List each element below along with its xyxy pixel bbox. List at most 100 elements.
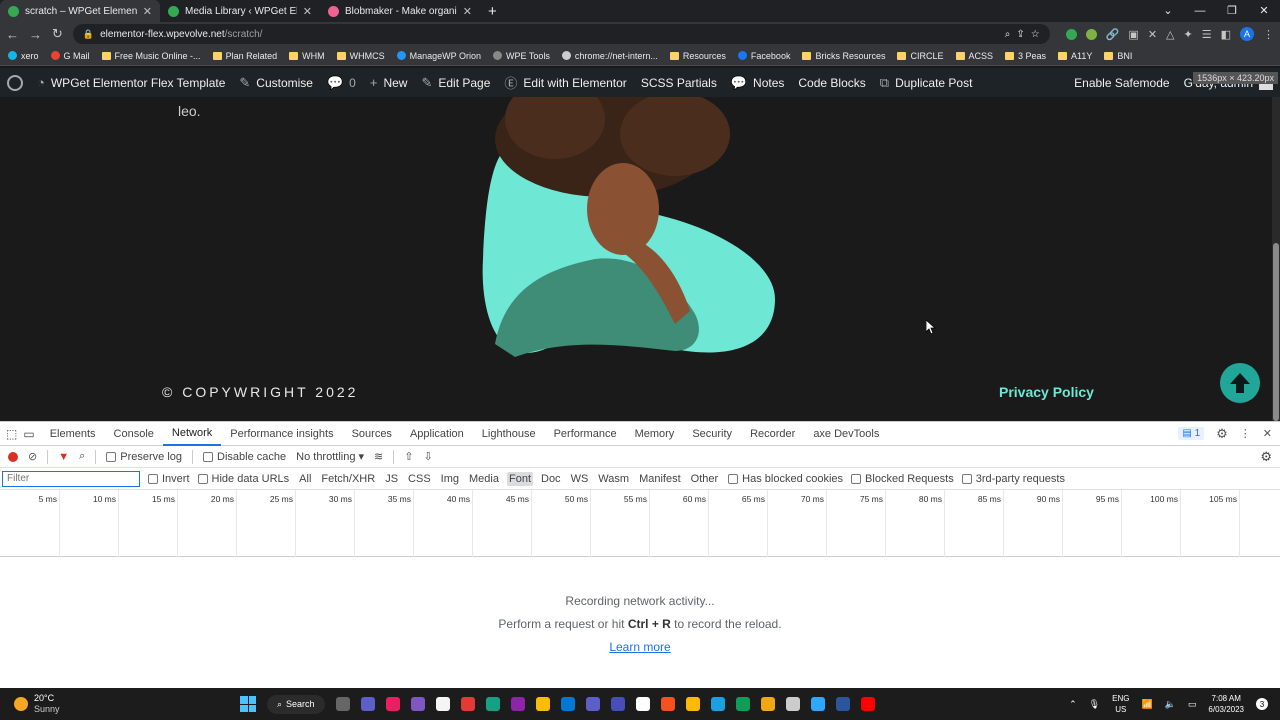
network-conditions-icon[interactable]: ≋ — [374, 450, 383, 463]
axe-extension-icon[interactable]: △ — [1166, 28, 1174, 41]
devtools-tab-axe-devtools[interactable]: axe DevTools — [804, 422, 888, 446]
bookmark-item[interactable]: ManageWP Orion — [396, 51, 481, 61]
bookmark-item[interactable]: Bricks Resources — [802, 51, 885, 61]
close-tab-icon[interactable]: ✕ — [303, 5, 312, 18]
reload-icon[interactable]: ↻ — [52, 26, 63, 42]
taskbar-app-icon[interactable] — [535, 697, 550, 711]
devtools-tab-memory[interactable]: Memory — [626, 422, 684, 446]
taskbar-app-icon[interactable] — [360, 697, 375, 711]
taskbar-app-icon[interactable] — [585, 697, 600, 711]
filter-funnel-icon[interactable]: ▼ — [58, 451, 69, 463]
taskbar-app-icon[interactable] — [635, 697, 650, 711]
bookmark-item[interactable]: ACSS — [955, 51, 993, 61]
new-content-menu[interactable]: + New — [363, 68, 415, 97]
blocked-cookies-checkbox[interactable]: Has blocked cookies — [728, 473, 843, 485]
privacy-policy-link[interactable]: Privacy Policy — [999, 384, 1094, 400]
issues-badge[interactable]: ▤ 1 — [1178, 427, 1205, 440]
filter-type-fetch-xhr[interactable]: Fetch/XHR — [319, 472, 377, 486]
devtools-tab-network[interactable]: Network — [162, 422, 222, 446]
new-tab-button[interactable]: + — [480, 0, 505, 22]
devtools-tab-sources[interactable]: Sources — [343, 422, 401, 446]
taskbar-app-icon[interactable] — [710, 697, 725, 711]
bookmark-item[interactable]: A11Y — [1058, 51, 1092, 61]
inspect-element-icon[interactable]: ⬚ — [6, 427, 17, 441]
wp-logo-menu[interactable] — [0, 68, 30, 97]
bookmark-item[interactable]: WHM — [289, 51, 325, 61]
forward-icon[interactable]: → — [29, 27, 42, 42]
search-icon[interactable]: ⌕ — [79, 450, 85, 463]
settings-gear-icon[interactable]: ⚙ — [1216, 426, 1228, 442]
bookmark-item[interactable]: xero — [8, 51, 39, 61]
throttling-select[interactable]: No throttling ▾ — [296, 450, 364, 463]
filter-type-other[interactable]: Other — [689, 472, 721, 486]
browser-tab[interactable]: Blobmaker - Make organic SVG ✕ — [320, 0, 480, 22]
taskbar-app-icon[interactable] — [835, 697, 850, 711]
filter-input[interactable] — [2, 470, 140, 487]
invert-checkbox[interactable]: Invert — [148, 473, 190, 485]
filter-type-font[interactable]: Font — [506, 471, 533, 486]
devtools-tab-recorder[interactable]: Recorder — [741, 422, 804, 446]
page-scrollbar[interactable] — [1272, 97, 1280, 421]
browser-tab[interactable]: scratch – WPGet Elementor Flex ✕ — [0, 0, 160, 22]
bookmark-item[interactable]: G Mail — [50, 51, 90, 61]
edit-page-link[interactable]: ✎ Edit Page — [414, 68, 497, 97]
devtools-tab-performance[interactable]: Performance — [545, 422, 626, 446]
taskbar-app-icon[interactable] — [760, 697, 775, 711]
taskbar-app-icon[interactable] — [510, 697, 525, 711]
bookmark-item[interactable]: WHMCS — [336, 51, 385, 61]
bookmark-star-icon[interactable]: ☆ — [1031, 29, 1040, 40]
comments-link[interactable]: 💬 0 — [320, 68, 363, 97]
network-overview-timeline[interactable]: 5 ms 10 ms 15 ms 20 ms 25 ms 30 ms 35 ms 40 ms 4… — [0, 490, 1280, 557]
puzzle-extensions-icon[interactable]: ✦ — [1184, 28, 1193, 41]
filter-type-img[interactable]: Img — [439, 472, 461, 486]
profile-avatar[interactable]: A — [1240, 27, 1254, 41]
close-tab-icon[interactable]: ✕ — [143, 5, 152, 18]
duplicate-post-link[interactable]: ⧉ Duplicate Post — [873, 68, 980, 97]
volume-icon[interactable]: 🔈 — [1165, 699, 1176, 710]
disable-cache-checkbox[interactable]: Disable cache — [203, 451, 286, 463]
hide-data-urls-checkbox[interactable]: Hide data URLs — [197, 473, 289, 485]
zoom-icon[interactable]: ⌕ — [1005, 29, 1011, 40]
minimize-button[interactable]: — — [1184, 0, 1216, 22]
devtools-tab-lighthouse[interactable]: Lighthouse — [473, 422, 545, 446]
filter-type-manifest[interactable]: Manifest — [637, 472, 683, 486]
code-blocks-link[interactable]: Code Blocks — [791, 68, 872, 97]
blocked-requests-checkbox[interactable]: Blocked Requests — [851, 473, 954, 485]
taskbar-app-icon[interactable] — [785, 697, 800, 711]
taskbar-app-icon[interactable] — [610, 697, 625, 711]
microphone-icon[interactable]: 🎙 — [1089, 699, 1100, 710]
clock[interactable]: 7:08 AM 6/03/2023 — [1208, 693, 1244, 715]
devtools-tab-application[interactable]: Application — [401, 422, 473, 446]
back-icon[interactable]: ← — [6, 27, 19, 42]
taskbar-app-icon[interactable] — [810, 697, 825, 711]
close-window-button[interactable]: ✕ — [1248, 0, 1280, 22]
filter-type-all[interactable]: All — [297, 472, 313, 486]
devtools-tab-security[interactable]: Security — [683, 422, 741, 446]
taskbar-app-icon[interactable] — [460, 697, 475, 711]
devtools-tab-elements[interactable]: Elements — [41, 422, 105, 446]
filter-type-css[interactable]: CSS — [406, 472, 433, 486]
bookmark-item[interactable]: 3 Peas — [1005, 51, 1046, 61]
address-bar[interactable]: 🔒 elementor-flex.wpevolve.net/scratch/ ⌕… — [72, 24, 1050, 44]
menu-kebab-icon[interactable]: ⋮ — [1263, 28, 1274, 41]
link-extension-icon[interactable]: 🔗 — [1106, 28, 1120, 41]
show-hidden-icons-chevron[interactable]: ⌃ — [1069, 699, 1077, 710]
scss-partials-link[interactable]: SCSS Partials — [634, 68, 724, 97]
import-har-icon[interactable]: ⇧ — [404, 450, 413, 463]
taskbar-app-icon[interactable] — [435, 697, 450, 711]
filter-type-media[interactable]: Media — [467, 472, 501, 486]
record-button[interactable] — [8, 451, 18, 462]
network-settings-gear-icon[interactable]: ⚙ — [1260, 449, 1272, 465]
weather-widget[interactable]: 20°C Sunny — [0, 693, 240, 715]
tab-search-icon[interactable]: ⌄ — [1152, 0, 1184, 22]
bookmark-item[interactable]: Facebook — [737, 51, 790, 61]
devtools-tab-performance-insights[interactable]: Performance insights — [221, 422, 342, 446]
devtools-menu-icon[interactable]: ⋮ — [1240, 427, 1251, 440]
taskbar-search[interactable]: ⌕ Search — [267, 694, 325, 714]
edit-elementor-link[interactable]: Ⓔ Edit with Elementor — [497, 68, 633, 97]
bookmark-item[interactable]: Free Music Online -... — [101, 51, 201, 61]
bookmark-item[interactable]: Resources — [669, 51, 726, 61]
taskbar-app-icon[interactable] — [660, 697, 675, 711]
learn-more-link[interactable]: Learn more — [0, 640, 1280, 654]
taskbar-app-icon[interactable] — [560, 697, 575, 711]
